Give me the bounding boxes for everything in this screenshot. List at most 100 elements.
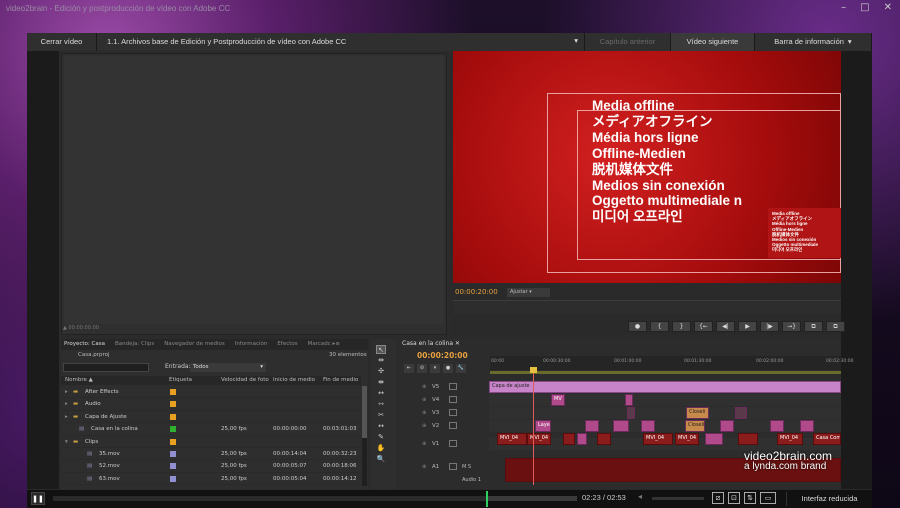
tool-button[interactable]: ⇹ xyxy=(376,356,386,365)
v1-clip-9[interactable] xyxy=(738,433,758,445)
eye-icon[interactable] xyxy=(449,383,457,390)
adjustment-layer-clip[interactable]: Capa de ajuste xyxy=(489,381,841,393)
v3-clip[interactable] xyxy=(627,407,635,419)
entrada-select[interactable]: Todos ▾ xyxy=(190,363,266,372)
tool-button[interactable]: ↔ xyxy=(376,422,386,431)
timeline-tool-icon[interactable]: ▾ xyxy=(430,364,440,373)
seek-handle[interactable] xyxy=(485,491,488,507)
tool-button[interactable]: 🔍 xyxy=(376,455,386,464)
transport-button[interactable]: {← xyxy=(694,321,713,332)
timeline-timecode[interactable]: 00:00:20:00 xyxy=(417,351,468,360)
eye-icon[interactable] xyxy=(449,422,457,429)
v2-clip-f[interactable] xyxy=(800,420,814,432)
chevron-right-icon[interactable]: ▸ xyxy=(65,389,68,395)
chevron-right-icon[interactable]: ▸ xyxy=(65,414,68,420)
screen-icon[interactable]: ▭ xyxy=(760,492,776,504)
list-item[interactable]: ▤ 52.mov 25,00 fps 00:00:05:07 00:00:18:06 xyxy=(61,460,361,473)
timeline-tool-icon[interactable]: ⊘ xyxy=(417,364,427,373)
col-start[interactable]: Inicio de medio xyxy=(273,377,315,383)
eye-icon[interactable] xyxy=(449,396,457,403)
minimize-button[interactable]: – xyxy=(841,2,846,13)
tool-button[interactable]: ✎ xyxy=(376,433,386,442)
project-tab[interactable]: Marcadc ▸≡ xyxy=(308,341,340,348)
tool-button[interactable]: ✋ xyxy=(376,444,386,453)
v1-clip-10[interactable]: MVI_04 xyxy=(777,433,803,445)
transport-button[interactable]: } xyxy=(672,321,691,332)
v1-clip-casa[interactable]: Casa Com xyxy=(813,433,841,445)
next-video-button[interactable]: Vídeo siguiente xyxy=(671,33,755,51)
track-lane[interactable] xyxy=(489,394,841,406)
aspect-icon[interactable]: ⧄ xyxy=(712,492,724,504)
volume-slider[interactable] xyxy=(652,497,704,500)
transport-button[interactable]: →} xyxy=(782,321,801,332)
list-item[interactable]: ▸ ▬ After Effects xyxy=(61,386,361,399)
v1-clip-7[interactable]: MVI_04 xyxy=(675,433,699,445)
v1-clip-2[interactable]: MVI_04 xyxy=(527,433,551,445)
reduced-interface-button[interactable]: Interfaz reducida xyxy=(786,492,872,506)
col-fps[interactable]: Velocidad de foto xyxy=(221,377,269,383)
transport-button[interactable]: { xyxy=(650,321,669,332)
volume-icon[interactable]: ◂ xyxy=(638,492,642,501)
tool-button[interactable]: ↖ xyxy=(376,345,386,354)
project-scroll-thumb[interactable] xyxy=(362,386,367,438)
col-name[interactable]: Nombre ▲ xyxy=(65,377,93,383)
program-ruler[interactable] xyxy=(453,300,841,314)
v4-clip[interactable]: MV xyxy=(551,394,565,406)
v1-clip-6[interactable]: MVI_04 xyxy=(643,433,673,445)
v2-clip-e[interactable] xyxy=(770,420,784,432)
lock-icon[interactable]: ⊕ xyxy=(422,397,426,403)
transport-button[interactable]: ◀| xyxy=(716,321,735,332)
lock-icon[interactable]: ⊕ xyxy=(422,384,426,390)
project-search-input[interactable]: ⌕ xyxy=(63,363,149,381)
timeline-tool-icon[interactable]: ● xyxy=(443,364,453,373)
transport-button[interactable]: ▶ xyxy=(738,321,757,332)
v2-clip-d[interactable] xyxy=(720,420,734,432)
playhead-marker[interactable] xyxy=(530,367,537,373)
lock-icon[interactable]: ⊕ xyxy=(422,464,426,470)
v1-clip-8[interactable] xyxy=(705,433,723,445)
project-tab[interactable]: Efectos xyxy=(277,341,297,348)
list-item[interactable]: ▾ ▬ Clips xyxy=(61,436,361,448)
tool-button[interactable]: ↔ xyxy=(376,389,386,398)
project-tab[interactable]: Navegador de medios xyxy=(164,341,224,348)
lock-icon[interactable]: ⊕ xyxy=(422,410,426,416)
list-item[interactable]: ▤ Casa en la colina 25,00 fps 00:00:00:00 00… xyxy=(61,423,361,436)
closeup-clip[interactable]: Closeli xyxy=(686,407,709,419)
sort-icon[interactable]: ⇅ xyxy=(744,492,756,504)
v3-clip-2[interactable] xyxy=(735,407,747,419)
project-tab[interactable]: Proyecto: Casa xyxy=(64,341,105,348)
pause-button[interactable]: ❚❚ xyxy=(31,492,45,505)
col-label[interactable]: Etiqueta xyxy=(169,377,192,383)
transport-button[interactable]: ⧉ xyxy=(804,321,823,332)
transport-button[interactable]: ⧉ xyxy=(826,321,845,332)
eye-icon[interactable] xyxy=(449,463,457,470)
previous-chapter-button[interactable]: Capítulo anterior xyxy=(585,33,671,51)
timeline-tab[interactable]: Casa en la colina ✕ xyxy=(402,340,460,347)
list-item[interactable]: ▤ 63.mov 25,00 fps 00:00:05:04 00:00:14:12 xyxy=(61,473,361,486)
v2-clip-b[interactable] xyxy=(613,420,629,432)
chapter-select[interactable]: 1.1. Archivos base de Edición y Postprod… xyxy=(97,33,585,51)
v1-clip-4[interactable] xyxy=(577,433,587,445)
close-window-button[interactable]: ✕ xyxy=(884,2,892,13)
v2-clip[interactable] xyxy=(585,420,599,432)
timeline-tool-icon[interactable]: 🔧 xyxy=(456,364,466,373)
transport-button[interactable]: |▶ xyxy=(760,321,779,332)
layout-icon[interactable]: ⊡ xyxy=(728,492,740,504)
v2-closeup-clip[interactable]: Closeli xyxy=(685,420,705,432)
work-area-bar[interactable] xyxy=(490,371,841,374)
lock-icon[interactable]: ⊕ xyxy=(422,441,426,447)
v4-clip-small[interactable] xyxy=(625,394,633,406)
v2-clip-c[interactable] xyxy=(641,420,655,432)
info-bar-button[interactable]: Barra de información ▾ xyxy=(755,33,872,51)
layer-clip[interactable]: Layer xyxy=(535,420,551,432)
eye-icon[interactable] xyxy=(449,409,457,416)
project-tab[interactable]: Bandeja: Clips xyxy=(115,341,154,348)
tool-button[interactable]: ✣ xyxy=(376,367,386,376)
timeline-tool-icon[interactable]: ⇤ xyxy=(404,364,414,373)
close-video-button[interactable]: Cerrar vídeo xyxy=(27,33,97,51)
playhead-line[interactable] xyxy=(533,367,534,485)
eye-icon[interactable] xyxy=(449,440,457,447)
transport-button[interactable]: ● xyxy=(628,321,647,332)
tool-button[interactable]: ⇼ xyxy=(376,378,386,387)
tool-button[interactable]: ✂ xyxy=(376,411,386,420)
